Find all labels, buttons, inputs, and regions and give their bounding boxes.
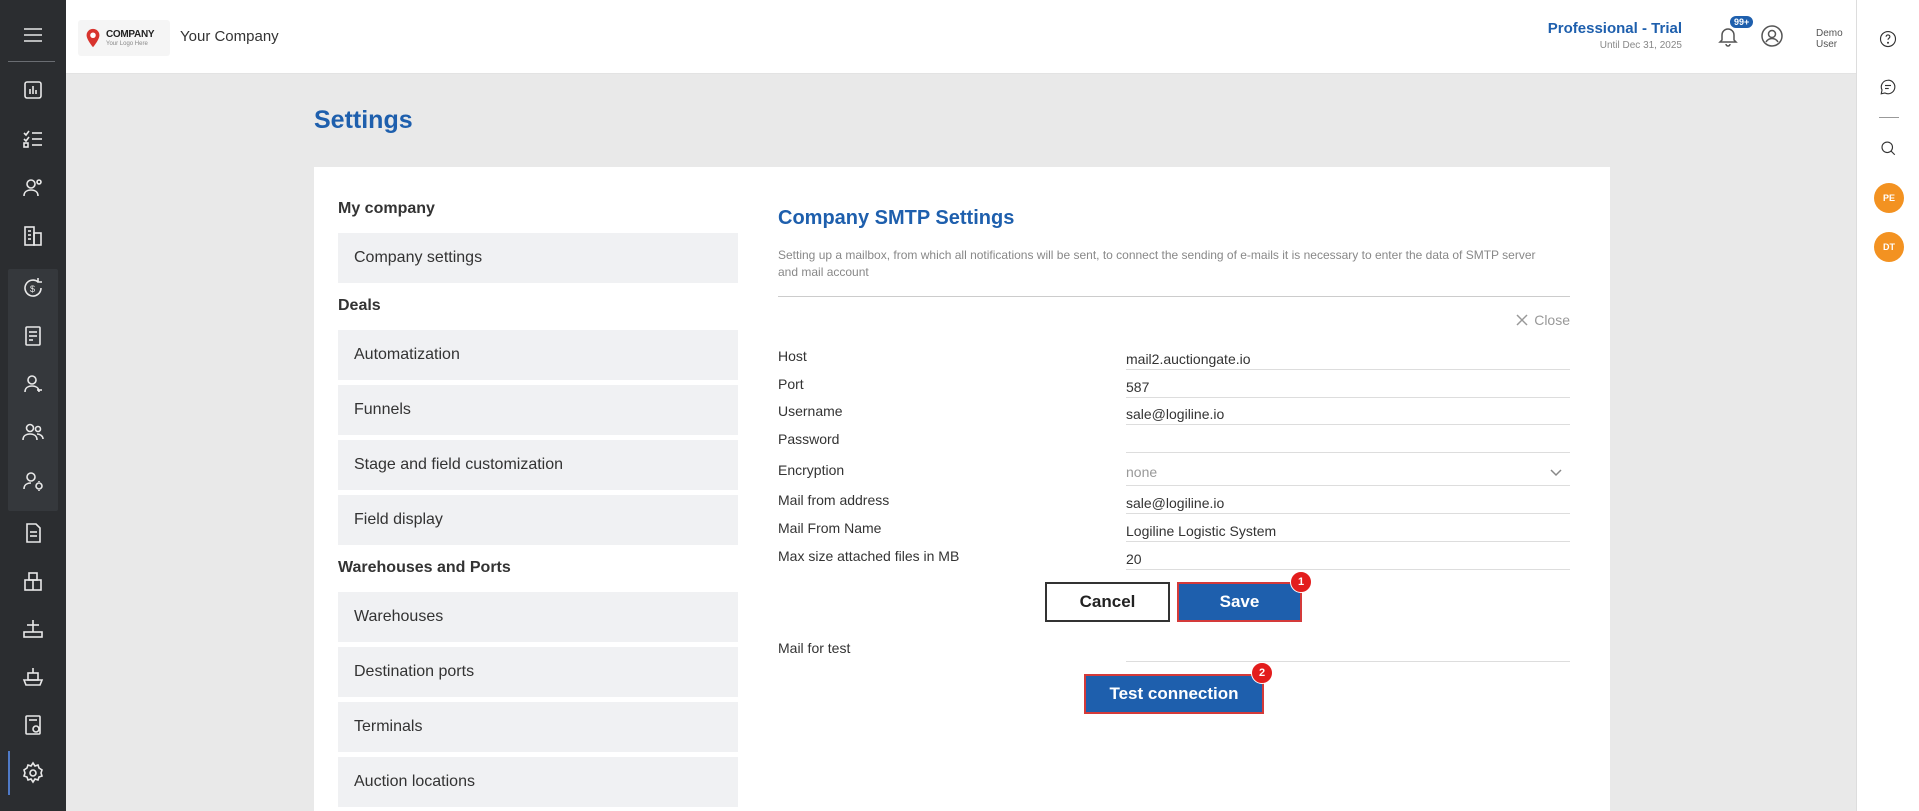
nav-item-automatization[interactable]: Automatization — [338, 330, 738, 380]
menu-icon[interactable] — [8, 13, 58, 57]
page-title: Settings — [314, 106, 413, 134]
username-row: Username — [778, 399, 1570, 425]
contacts-icon[interactable] — [8, 166, 58, 210]
close-icon — [1516, 314, 1528, 326]
company-icon[interactable] — [8, 214, 58, 258]
password-label: Password — [778, 431, 840, 447]
nav-item-destination-ports[interactable]: Destination ports — [338, 647, 738, 697]
user-settings-icon[interactable] — [8, 459, 58, 503]
mail-from-address-label: Mail from address — [778, 492, 890, 508]
test-connection-button[interactable]: Test connection — [1084, 674, 1264, 714]
nav-section-heading: Warehouses and Ports — [338, 559, 511, 576]
step-badge: 2 — [1251, 662, 1273, 684]
port-icon[interactable] — [8, 607, 58, 651]
port-input[interactable] — [1126, 372, 1570, 398]
close-label: Close — [1534, 312, 1570, 328]
ledger-icon[interactable] — [8, 314, 58, 358]
calculator-icon[interactable] — [8, 703, 58, 747]
host-input[interactable] — [1126, 344, 1570, 370]
password-input[interactable] — [1126, 427, 1570, 453]
avatar[interactable]: PE — [1874, 183, 1904, 213]
help-icon[interactable] — [1875, 26, 1901, 52]
logo-sub-text: Your Logo Here — [106, 40, 148, 47]
nav-item-terminals[interactable]: Terminals — [338, 702, 738, 752]
plan-expiry: Until Dec 31, 2025 — [1599, 40, 1682, 51]
chat-icon[interactable] — [1875, 74, 1901, 100]
nav-item-company-settings[interactable]: Company settings — [338, 233, 738, 283]
finance-icon[interactable]: $ — [8, 266, 58, 310]
tasks-icon[interactable] — [8, 117, 58, 161]
nav-item-field-display[interactable]: Field display — [338, 495, 738, 545]
port-label: Port — [778, 376, 804, 392]
max-size-input[interactable] — [1126, 544, 1570, 570]
company-name[interactable]: Your Company — [180, 28, 279, 45]
save-button[interactable]: Save — [1177, 582, 1302, 622]
sidebar-divider — [8, 61, 55, 62]
user-icon[interactable] — [8, 362, 58, 406]
encryption-label: Encryption — [778, 462, 845, 478]
search-icon[interactable] — [1875, 135, 1901, 161]
nav-section-heading: Deals — [338, 297, 381, 314]
settings-card: My company Company settings Deals Automa… — [314, 167, 1610, 811]
nav-item-funnels[interactable]: Funnels — [338, 385, 738, 435]
mail-from-name-label: Mail From Name — [778, 520, 882, 536]
avatar[interactable]: DT — [1874, 232, 1904, 262]
user-first-name: Demo — [1816, 28, 1843, 39]
nav-item-auction-locations[interactable]: Auction locations — [338, 757, 738, 807]
mail-from-address-row: Mail from address — [778, 488, 1570, 514]
smtp-title: Company SMTP Settings — [778, 207, 1015, 229]
user-last-name: User — [1816, 39, 1838, 50]
notifications-badge: 99+ — [1729, 15, 1755, 29]
host-label: Host — [778, 348, 807, 364]
logo-pin-icon — [86, 28, 100, 48]
plan-name[interactable]: Professional - Trial — [1548, 20, 1682, 37]
dashboard-icon[interactable] — [8, 68, 58, 112]
username-input[interactable] — [1126, 399, 1570, 425]
port-row: Port — [778, 372, 1570, 398]
settings-icon[interactable] — [8, 751, 58, 795]
mail-from-name-input[interactable] — [1126, 516, 1570, 542]
mail-from-name-row: Mail From Name — [778, 516, 1570, 542]
nav-item-warehouses[interactable]: Warehouses — [338, 592, 738, 642]
right-rail: PE DT — [1856, 0, 1919, 811]
chevron-down-icon — [1550, 469, 1562, 477]
username-label: Username — [778, 403, 843, 419]
close-button[interactable]: Close — [1516, 312, 1570, 328]
company-logo[interactable]: COMPANY Your Logo Here — [78, 20, 170, 56]
step-badge: 1 — [1290, 571, 1312, 593]
host-row: Host — [778, 344, 1570, 370]
user-name[interactable]: Demo User — [1816, 28, 1856, 50]
encryption-select[interactable]: none — [1126, 460, 1570, 486]
max-size-row: Max size attached files in MB — [778, 544, 1570, 570]
encryption-row: Encryption none — [778, 458, 1570, 486]
svg-text:$: $ — [30, 284, 35, 294]
password-row: Password — [778, 427, 1570, 453]
mail-from-address-input[interactable] — [1126, 488, 1570, 514]
user-avatar-icon[interactable] — [1760, 24, 1788, 52]
smtp-description: Setting up a mailbox, from which all not… — [778, 248, 1536, 279]
left-sidebar: $ — [0, 0, 66, 811]
nav-item-stage-customization[interactable]: Stage and field customization — [338, 440, 738, 490]
max-size-label: Max size attached files in MB — [778, 548, 960, 564]
nav-section-heading: My company — [338, 200, 435, 217]
mail-for-test-row: Mail for test — [778, 636, 1570, 662]
logo-main-text: COMPANY — [106, 28, 155, 40]
ship-icon[interactable] — [8, 655, 58, 699]
cancel-button[interactable]: Cancel — [1045, 582, 1170, 622]
encryption-value: none — [1126, 464, 1158, 480]
warehouse-icon[interactable] — [8, 559, 58, 603]
top-header: COMPANY Your Logo Here Your Company Prof… — [66, 0, 1856, 74]
team-icon[interactable] — [8, 410, 58, 454]
right-rail-divider — [1879, 117, 1899, 118]
document-icon[interactable] — [8, 511, 58, 555]
mail-for-test-label: Mail for test — [778, 640, 851, 656]
smtp-divider — [778, 296, 1570, 297]
mail-for-test-input[interactable] — [1126, 636, 1570, 662]
